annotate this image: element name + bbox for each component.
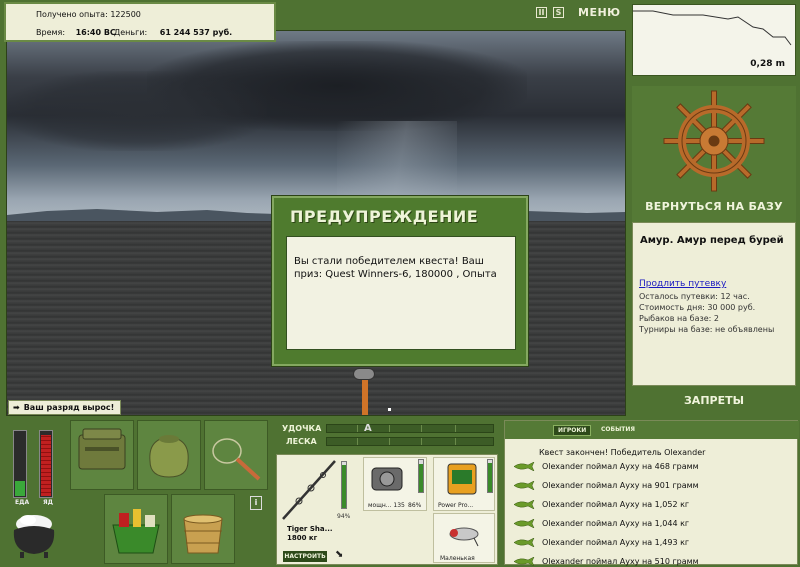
quest-finished-message: Квест закончен! Победитель Olexander — [539, 448, 706, 457]
reel-icon — [353, 368, 375, 380]
rod-name: Tiger Sha... — [287, 525, 333, 533]
lure-slot[interactable]: Маленькая — [433, 513, 495, 563]
setup-button[interactable]: НАСТРОИТЬ — [283, 551, 327, 562]
pause-button[interactable]: II — [536, 7, 547, 18]
poison-label: ЯД — [43, 499, 53, 506]
location-name: Амур. Амур перед бурей — [640, 235, 784, 246]
storm-cloud — [7, 71, 267, 151]
resize-arrow-icon[interactable]: ⬊ — [335, 549, 343, 560]
lure-icon — [449, 527, 479, 547]
experience-label: Получено опыта: — [36, 10, 108, 19]
game-screen: ➡ Ваш разряд вырос! Получено опыта: 1225… — [0, 0, 800, 567]
fish-icon — [513, 462, 535, 471]
chat-message-text: Olexander поймал Ауху на 901 грамм — [542, 481, 699, 490]
chat-message-text: Olexander поймал Ауху на 1,493 кг — [542, 538, 690, 547]
sound-button[interactable]: S — [553, 7, 564, 18]
landing-net-icon — [212, 438, 261, 481]
license-remaining: Осталось путевки: 12 час. — [639, 292, 750, 301]
float-icon — [388, 408, 391, 411]
rod-tension-bar: A — [326, 423, 494, 434]
anglers-count: Рыбаков на базе: 2 — [639, 314, 719, 323]
reel-icon — [371, 467, 403, 491]
fish-icon — [513, 519, 535, 528]
extend-license-link[interactable]: Продлить путевку — [639, 279, 726, 289]
line-condition-bar — [487, 459, 493, 493]
chat-message: Olexander поймал Ауху на 901 грамм — [512, 481, 699, 490]
inventory-slot-net[interactable] — [204, 420, 268, 490]
food-label: ЕДА — [15, 499, 30, 506]
top-controls: II S МЕНЮ — [536, 6, 621, 19]
tackle-setup-panel: 94% Tiger Sha... 1800 кг НАСТРОИТЬ ⬊ мощ… — [276, 454, 498, 565]
reel-condition-bar — [418, 459, 424, 493]
rank-notification[interactable]: ➡ Ваш разряд вырос! — [8, 400, 122, 415]
bait-bag-icon — [149, 435, 189, 478]
inventory-slot-bucket[interactable] — [171, 494, 235, 564]
inventory-slot-food-basket[interactable] — [104, 494, 168, 564]
chat-message: Olexander поймал Ауху на 1,044 кг — [512, 519, 689, 528]
menu-button[interactable]: МЕНЮ — [578, 6, 621, 19]
inventory-slot-bait-bag[interactable] — [137, 420, 201, 490]
rod-label: УДОЧКА — [282, 424, 322, 433]
bucket-icon — [183, 514, 223, 554]
rank-notice-text: Ваш разряд вырос! — [23, 403, 115, 412]
chat-message: Olexander поймал Ауху на 468 грамм — [512, 462, 699, 471]
line-name: Power Pro... — [438, 502, 474, 509]
dialog-message: Вы стали победителем квеста! Ваш приз: Q… — [286, 236, 516, 350]
arrow-right-icon: ➡ — [13, 403, 20, 412]
tension-marker-icon: A — [364, 423, 372, 434]
tackle-box-icon — [78, 428, 126, 470]
cauldron-icon[interactable] — [10, 508, 58, 560]
chat-message: Olexander поймал Ауху на 510 грамм — [512, 557, 699, 566]
experience-value: 122500 — [110, 10, 141, 19]
tournaments-status: Турниры на базе: не объявлены — [639, 325, 775, 334]
return-to-base-button[interactable]: ВЕРНУТЬСЯ НА БАЗУ — [632, 200, 796, 213]
chat-message-text: Olexander поймал Ауху на 510 грамм — [542, 557, 699, 566]
depth-map[interactable]: 0,28 m — [632, 4, 796, 76]
tab-events[interactable]: СОБЫТИЯ — [597, 425, 639, 434]
inventory-info-button[interactable]: i — [250, 496, 262, 510]
line-tension-bar — [326, 437, 494, 446]
reel-name: мощн... 135 — [368, 502, 405, 509]
fish-icon — [513, 538, 535, 547]
chat-message: Olexander поймал Ауху на 1,493 кг — [512, 538, 689, 547]
rod-condition: 94% — [337, 513, 351, 520]
rod-icon — [282, 460, 336, 520]
line-spool-icon — [447, 463, 477, 495]
poison-meter — [39, 430, 53, 498]
chat-message-text: Olexander поймал Ауху на 1,044 кг — [542, 519, 690, 528]
money-value: 61 244 537 руб. — [159, 28, 233, 37]
ship-wheel-icon[interactable] — [632, 86, 796, 196]
rod-slot[interactable]: 94% Tiger Sha... 1800 кг НАСТРОИТЬ ⬊ — [279, 457, 351, 562]
chat-message-text: Olexander поймал Ауху на 468 грамм — [542, 462, 699, 471]
cast-distance: 0,28 m — [750, 59, 785, 69]
warning-dialog[interactable]: ПРЕДУПРЕЖДЕНИЕ Вы стали победителем квес… — [272, 196, 528, 366]
bans-button[interactable]: ЗАПРЕТЫ — [632, 394, 796, 407]
food-basket-icon — [112, 509, 160, 554]
fish-icon — [513, 481, 535, 490]
line-slot[interactable]: Power Pro... — [433, 457, 495, 511]
line-label: ЛЕСКА — [286, 437, 317, 446]
player-stats: Получено опыта: 122500 Время: 16:40 ВС Д… — [4, 2, 276, 42]
fish-icon — [513, 557, 535, 566]
tab-players[interactable]: ИГРОКИ — [553, 425, 592, 436]
food-meter — [13, 430, 27, 498]
chat-message: Olexander поймал Ауху на 1,052 кг — [512, 500, 689, 509]
lure-name: Маленькая — [440, 555, 475, 562]
reel-condition: 86% — [408, 502, 422, 509]
chat-message-text: Olexander поймал Ауху на 1,052 кг — [542, 500, 690, 509]
dialog-title: ПРЕДУПРЕЖДЕНИЕ — [290, 207, 479, 226]
time-label: Время: — [36, 28, 66, 37]
day-cost: Стоимость дня: 30 000 руб. — [639, 303, 756, 312]
time-value: 16:40 ВС — [75, 28, 116, 37]
location-info: Амур. Амур перед бурей Продлить путевку … — [632, 222, 796, 386]
inventory-slot-tackle-box[interactable] — [70, 420, 134, 490]
fish-icon — [513, 500, 535, 509]
rod-condition-bar — [341, 461, 347, 509]
rod-capacity: 1800 кг — [287, 534, 318, 542]
money-label: Деньги: — [114, 28, 148, 37]
